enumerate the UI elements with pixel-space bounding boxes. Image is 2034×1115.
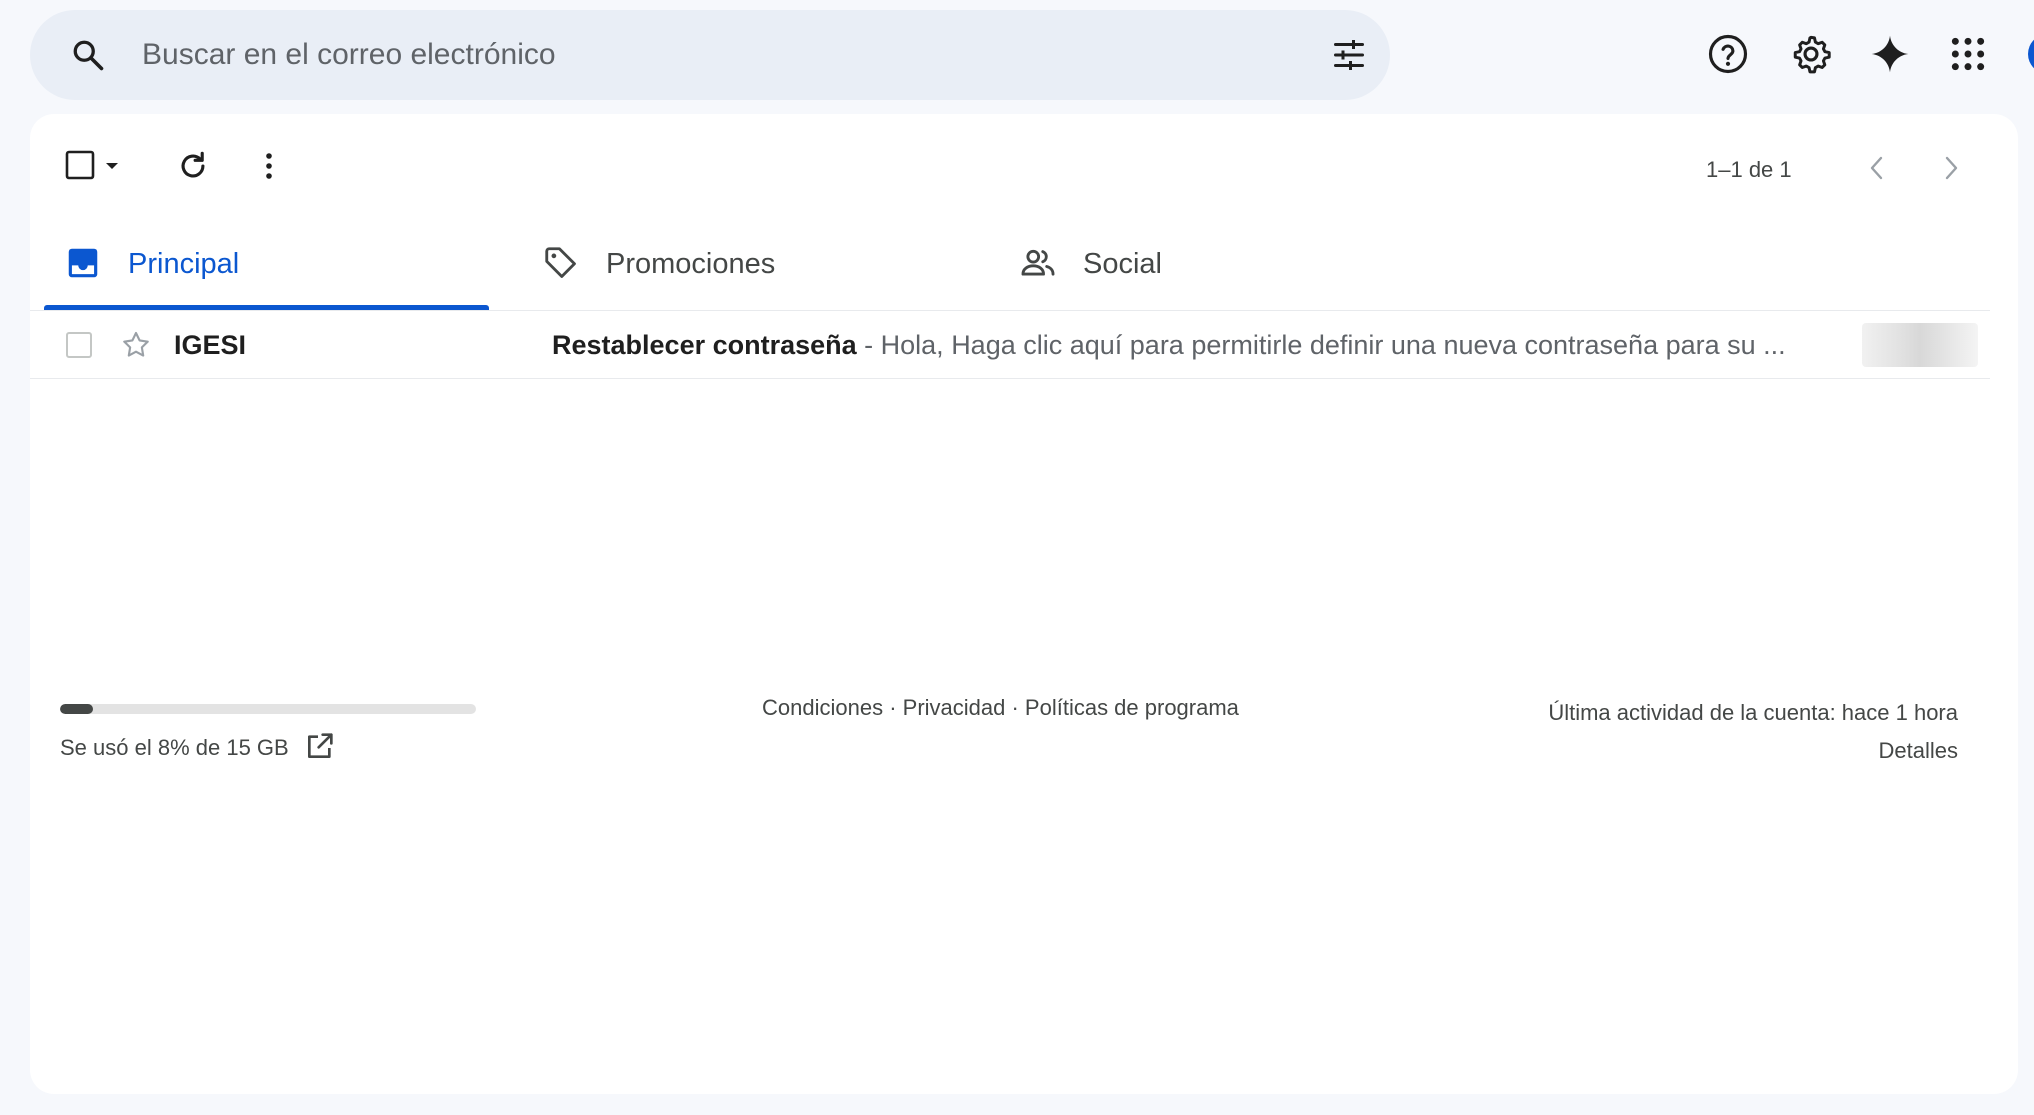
storage-usage-fill: [60, 704, 94, 714]
footer-link-separator: ·: [1005, 695, 1025, 720]
apps-grid-icon[interactable]: [1946, 32, 1990, 76]
account-avatar[interactable]: [2028, 34, 2034, 74]
tab-label: Social: [1083, 248, 1162, 280]
star-icon[interactable]: [120, 329, 152, 361]
message-sender: IGESI: [174, 330, 247, 360]
search-options-icon[interactable]: [1330, 37, 1368, 73]
row-checkbox[interactable]: [66, 332, 92, 358]
open-in-new-icon[interactable]: [304, 730, 336, 762]
privacy-link[interactable]: Privacidad: [903, 695, 1006, 720]
table-row[interactable]: IGESI Restablecer contraseña - Hola, Hag…: [30, 311, 1990, 379]
footer-links: Condiciones · Privacidad · Políticas de …: [762, 694, 1239, 722]
settings-icon[interactable]: [1789, 32, 1833, 76]
search-input[interactable]: [142, 10, 1292, 100]
program-policies-link[interactable]: Políticas de programa: [1025, 695, 1239, 720]
inbox-icon: [64, 244, 102, 282]
next-page-icon[interactable]: [1934, 148, 1968, 188]
message-preview: Restablecer contraseña - Hola, Haga clic…: [552, 311, 1812, 379]
tab-label: Promociones: [606, 248, 776, 280]
last-activity-text: Última actividad de la cuenta: hace 1 ho…: [1548, 700, 1958, 725]
search-bar[interactable]: [30, 10, 1390, 100]
previous-page-icon[interactable]: [1860, 148, 1894, 188]
tab-promociones[interactable]: Promociones: [522, 214, 967, 314]
account-activity: Última actividad de la cuenta: hace 1 ho…: [1548, 694, 1958, 770]
gmail-window: 1–1 de 1 Principal Promociones Social: [0, 0, 2034, 1115]
subject-separator: -: [856, 330, 881, 360]
message-date-redacted: [1862, 323, 1978, 367]
message-snippet: Hola, Haga clic aquí para permitirle def…: [880, 330, 1786, 360]
storage-usage-bar: [60, 704, 476, 714]
pagination-label: 1–1 de 1: [1706, 157, 1792, 182]
select-all-checkbox[interactable]: [64, 144, 124, 188]
more-options-icon[interactable]: [256, 145, 282, 187]
tab-social[interactable]: Social: [999, 214, 1444, 314]
people-icon: [1019, 244, 1057, 282]
tab-principal[interactable]: Principal: [44, 214, 489, 314]
footer-link-separator: ·: [883, 695, 903, 720]
mail-list-panel: 1–1 de 1 Principal Promociones Social IG…: [30, 114, 2018, 1094]
activity-details-link[interactable]: Detalles: [1548, 732, 1958, 770]
tag-icon: [542, 244, 580, 282]
help-icon[interactable]: [1706, 32, 1750, 76]
search-icon[interactable]: [70, 37, 106, 73]
gemini-spark-icon[interactable]: [1868, 32, 1912, 76]
message-subject: Restablecer contraseña: [552, 330, 857, 360]
terms-link[interactable]: Condiciones: [762, 695, 883, 720]
storage-usage-text: Se usó el 8% de 15 GB: [60, 735, 289, 760]
tab-label: Principal: [128, 248, 240, 280]
refresh-icon[interactable]: [172, 145, 214, 187]
